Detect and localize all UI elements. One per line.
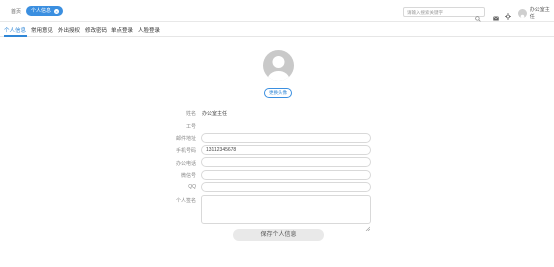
tab-common-opinions[interactable]: 常用意见 xyxy=(31,26,53,34)
change-avatar-button[interactable]: 更换头像 xyxy=(264,88,292,98)
active-tab-indicator xyxy=(4,35,27,37)
close-icon[interactable]: × xyxy=(54,8,60,14)
office-phone-field[interactable] xyxy=(201,157,371,167)
breadcrumb-home[interactable]: 首页 xyxy=(11,8,21,15)
top-bar: 首页 个人信息 × 办公室主任 xyxy=(0,0,554,22)
breadcrumb-active-label: 个人信息 xyxy=(31,8,52,14)
email-field[interactable] xyxy=(201,133,371,143)
tab-out-authorization[interactable]: 外出授权 xyxy=(58,26,80,34)
employee-id-label: 工号 xyxy=(185,124,196,130)
qq-field[interactable] xyxy=(201,182,371,192)
name-label: 姓名 xyxy=(185,111,196,117)
signature-label: 个人签名 xyxy=(175,198,196,204)
tab-personal-info[interactable]: 个人信息 xyxy=(4,26,26,34)
wechat-field[interactable] xyxy=(201,170,371,180)
profile-tabs: 个人信息 常用意见 外出授权 修改密码 单点登录 人脸登录 xyxy=(0,23,554,37)
breadcrumb-active-tab[interactable]: 个人信息 × xyxy=(26,6,64,16)
username: 办公室主任 xyxy=(529,7,550,20)
user-avatar-icon xyxy=(267,56,290,81)
search-box xyxy=(403,7,485,22)
tab-face-login[interactable]: 人脸登录 xyxy=(138,26,160,34)
tab-single-sign-on[interactable]: 单点登录 xyxy=(111,26,133,34)
mobile-field[interactable] xyxy=(201,145,371,155)
search-input[interactable] xyxy=(407,9,473,16)
office-phone-label: 办公电话 xyxy=(175,161,196,167)
email-label: 邮件地址 xyxy=(175,136,196,142)
user-menu[interactable]: 办公室主任 xyxy=(518,6,554,20)
tab-change-password[interactable]: 修改密码 xyxy=(85,26,107,34)
save-profile-button[interactable]: 保存个人信息 xyxy=(233,229,324,241)
user-avatar-icon xyxy=(518,8,527,18)
mobile-label: 手机号码 xyxy=(175,148,196,154)
wechat-label: 微信号 xyxy=(180,173,196,179)
qq-label: QQ xyxy=(188,184,196,190)
textarea-resize-icon[interactable] xyxy=(365,218,371,236)
profile-avatar xyxy=(263,50,294,81)
name-value: 办公室主任 xyxy=(202,111,228,117)
signature-textarea[interactable] xyxy=(201,195,371,224)
